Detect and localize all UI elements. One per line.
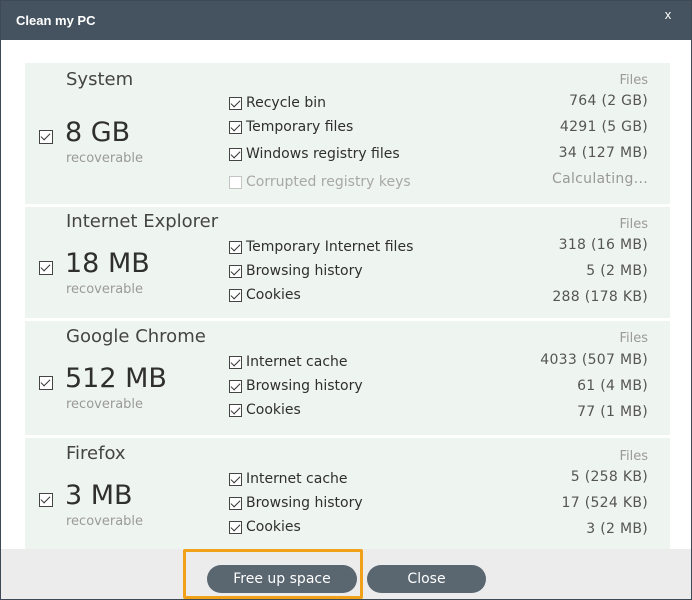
row-value: 17 (524 KB) [561,495,648,511]
row-label: Internet cache [246,354,348,370]
section-title: System [66,69,134,90]
section-internet-explorer: Internet Explorer 18 MB recoverable File… [25,207,670,321]
recoverable-label: recoverable [66,514,144,529]
section-checkbox[interactable] [39,493,53,507]
row-value: 4291 (5 GB) [559,119,648,135]
files-header: Files [619,217,648,232]
clean-my-pc-dialog: Clean my PC x System 8 GB recoverable Fi… [0,0,692,600]
row-value: 288 (178 KB) [552,289,648,305]
row-checkbox[interactable] [229,404,242,417]
row-checkbox[interactable] [229,176,242,189]
row-value: 4033 (507 MB) [540,352,648,368]
row-value: 5 (2 MB) [586,263,648,279]
row-checkbox[interactable] [229,380,242,393]
dialog-footer: Free up space Close [1,549,691,599]
files-header: Files [619,73,648,88]
row-label: Cookies [246,402,301,418]
section-checkbox[interactable] [39,376,53,390]
row-label: Browsing history [246,495,363,511]
row-checkbox[interactable] [229,497,242,510]
files-header: Files [619,331,648,346]
row-checkbox[interactable] [229,521,242,534]
recoverable-size: 18 MB [65,248,150,279]
section-system: System 8 GB recoverable Files Recycle bi… [25,63,670,207]
row-value: 764 (2 GB) [569,93,648,109]
row-label: Windows registry files [246,146,400,162]
section-checkbox[interactable] [39,130,53,144]
row-checkbox[interactable] [229,97,242,110]
row-label: Cookies [246,519,301,535]
row-label: Recycle bin [246,95,326,111]
window-title: Clean my PC [16,13,96,28]
row-label: Cookies [246,287,301,303]
recoverable-label: recoverable [66,151,144,166]
recoverable-size: 8 GB [65,117,131,148]
row-checkbox[interactable] [229,121,242,134]
title-bar: Clean my PC x [1,1,691,40]
row-checkbox[interactable] [229,265,242,278]
recoverable-size: 3 MB [65,480,133,511]
row-label: Browsing history [246,263,363,279]
row-value: 3 (2 MB) [586,521,648,537]
recoverable-size: 512 MB [65,363,167,394]
row-value: 34 (127 MB) [558,145,648,161]
free-up-space-button[interactable]: Free up space [207,565,357,593]
row-value: 61 (4 MB) [577,378,648,394]
row-checkbox[interactable] [229,356,242,369]
row-label: Temporary files [246,119,354,135]
row-label: Internet cache [246,471,348,487]
section-title: Google Chrome [66,326,206,347]
section-title: Internet Explorer [66,211,219,232]
row-label: Browsing history [246,378,363,394]
recoverable-label: recoverable [66,397,144,412]
section-title: Firefox [66,443,126,464]
row-label: Corrupted registry keys [246,174,411,190]
row-checkbox[interactable] [229,473,242,486]
section-google-chrome: Google Chrome 512 MB recoverable Files I… [25,321,670,438]
cleanup-list: System 8 GB recoverable Files Recycle bi… [25,63,670,549]
close-button[interactable]: Close [367,565,486,593]
row-label: Temporary Internet files [246,239,414,255]
files-header: Files [619,449,648,464]
row-value: 77 (1 MB) [577,404,648,420]
section-firefox: Firefox 3 MB recoverable Files Internet … [25,438,670,549]
close-icon[interactable]: x [661,7,675,23]
row-value: 318 (16 MB) [558,237,648,253]
row-checkbox[interactable] [229,241,242,254]
row-value: 5 (258 KB) [570,469,648,485]
row-checkbox[interactable] [229,148,242,161]
row-value: Calculating... [552,171,648,187]
section-checkbox[interactable] [39,261,53,275]
row-checkbox[interactable] [229,289,242,302]
recoverable-label: recoverable [66,282,144,297]
